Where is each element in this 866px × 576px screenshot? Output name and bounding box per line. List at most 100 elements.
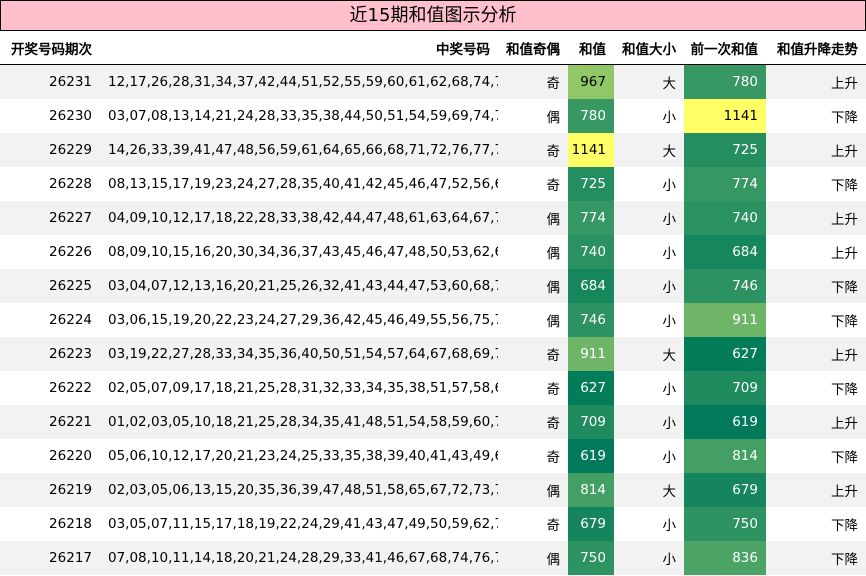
- period-cell: 26231: [49, 74, 92, 90]
- table-body: 26231 12,17,26,28,31,34,37,42,44,51,52,55…: [0, 64, 866, 575]
- header-odd-even: 和值奇偶: [506, 41, 560, 58]
- sum-cell: 709: [568, 405, 614, 439]
- odd-even-cell: 奇: [546, 178, 561, 194]
- size-cell: 小: [662, 382, 677, 398]
- trend-cell: 上升: [831, 144, 858, 160]
- table-row: 26221 01,02,03,05,10,18,21,25,28,34,35,41…: [0, 405, 866, 439]
- numbers-cell: 08,13,15,17,19,23,24,27,28,35,40,41,42,4…: [108, 176, 498, 192]
- prev-sum-cell: 684: [684, 235, 766, 269]
- size-cell: 小: [662, 246, 677, 262]
- period-cell: 26227: [49, 210, 92, 226]
- numbers-cell: 03,05,07,11,15,17,18,19,22,24,29,41,43,4…: [108, 516, 498, 532]
- period-cell: 26221: [49, 414, 92, 430]
- size-cell: 小: [662, 450, 677, 466]
- table-row: 26224 03,06,15,19,20,22,23,24,27,29,36,42…: [0, 303, 866, 337]
- sum-cell: 684: [568, 269, 614, 303]
- odd-even-cell: 偶: [546, 552, 561, 568]
- size-cell: 小: [662, 314, 677, 330]
- table-row: 26231 12,17,26,28,31,34,37,42,44,51,52,55…: [0, 64, 866, 99]
- numbers-cell: 12,17,26,28,31,34,37,42,44,51,52,55,59,6…: [108, 74, 498, 90]
- numbers-cell: 03,07,08,13,14,21,24,28,33,35,38,44,50,5…: [108, 108, 498, 124]
- odd-even-cell: 奇: [546, 76, 561, 92]
- prev-sum-cell: 627: [684, 337, 766, 371]
- table-row: 26220 05,06,10,12,17,20,21,23,24,25,33,35…: [0, 439, 866, 473]
- period-cell: 26229: [49, 142, 92, 158]
- period-cell: 26218: [49, 516, 92, 532]
- trend-cell: 下降: [831, 110, 858, 126]
- odd-even-cell: 奇: [546, 144, 561, 160]
- period-cell: 26217: [49, 550, 92, 566]
- odd-even-cell: 偶: [546, 314, 561, 330]
- table-row: 26227 04,09,10,12,17,18,22,28,33,38,42,44…: [0, 201, 866, 235]
- prev-sum-cell: 709: [684, 371, 766, 405]
- size-cell: 大: [662, 348, 677, 364]
- odd-even-cell: 偶: [546, 110, 561, 126]
- sum-cell: 627: [568, 371, 614, 405]
- odd-even-cell: 奇: [546, 348, 561, 364]
- numbers-cell: 14,26,33,39,41,47,48,56,59,61,64,65,66,6…: [108, 142, 498, 158]
- table-row: 26223 03,19,22,27,28,33,34,35,36,40,50,51…: [0, 337, 866, 371]
- odd-even-cell: 偶: [546, 484, 561, 500]
- table-row: 26222 02,05,07,09,17,18,21,25,28,31,32,33…: [0, 371, 866, 405]
- prev-sum-cell: 911: [684, 303, 766, 337]
- sum-cell: 679: [568, 507, 614, 541]
- period-cell: 26230: [49, 108, 92, 124]
- table-row: 26226 08,09,10,15,16,20,30,34,36,37,43,45…: [0, 235, 866, 269]
- size-cell: 小: [662, 212, 677, 228]
- numbers-cell: 05,06,10,12,17,20,21,23,24,25,33,35,38,3…: [108, 448, 498, 464]
- trend-cell: 上升: [831, 246, 858, 262]
- trend-cell: 上升: [831, 484, 858, 500]
- size-cell: 小: [662, 552, 677, 568]
- numbers-cell: 07,08,10,11,14,18,20,21,24,28,29,33,41,4…: [108, 550, 498, 566]
- period-cell: 26220: [49, 448, 92, 464]
- period-cell: 26219: [49, 482, 92, 498]
- odd-even-cell: 偶: [546, 280, 561, 296]
- trend-cell: 上升: [831, 416, 858, 432]
- odd-even-cell: 奇: [546, 416, 561, 432]
- trend-cell: 上升: [831, 348, 858, 364]
- odd-even-cell: 偶: [546, 212, 561, 228]
- header-period: 开奖号码期次: [11, 41, 92, 58]
- odd-even-cell: 奇: [546, 450, 561, 466]
- numbers-cell: 02,03,05,06,13,15,20,35,36,39,47,48,51,5…: [108, 482, 498, 498]
- period-cell: 26223: [49, 346, 92, 362]
- trend-cell: 下降: [831, 382, 858, 398]
- sum-cell: 774: [568, 201, 614, 235]
- sum-cell: 740: [568, 235, 614, 269]
- trend-cell: 下降: [831, 552, 858, 568]
- odd-even-cell: 奇: [546, 518, 561, 534]
- numbers-cell: 03,19,22,27,28,33,34,35,36,40,50,51,54,5…: [108, 346, 498, 362]
- trend-cell: 上升: [831, 76, 858, 92]
- table-row: 26230 03,07,08,13,14,21,24,28,33,35,38,44…: [0, 99, 866, 133]
- trend-cell: 下降: [831, 280, 858, 296]
- sum-cell: 746: [568, 303, 614, 337]
- prev-sum-cell: 780: [684, 64, 766, 99]
- sum-analysis-table: 开奖号码期次 中奖号码 和值奇偶 和值 和值大小 前一次和值 和值升降走势 26…: [0, 31, 866, 575]
- sum-cell: 750: [568, 541, 614, 575]
- table-row: 26218 03,05,07,11,15,17,18,19,22,24,29,41…: [0, 507, 866, 541]
- sum-cell: 725: [568, 167, 614, 201]
- prev-sum-cell: 750: [684, 507, 766, 541]
- table-row: 26217 07,08,10,11,14,18,20,21,24,28,29,33…: [0, 541, 866, 575]
- trend-cell: 下降: [831, 314, 858, 330]
- period-cell: 26224: [49, 312, 92, 328]
- odd-even-cell: 偶: [546, 246, 561, 262]
- period-cell: 26226: [49, 244, 92, 260]
- trend-cell: 下降: [831, 178, 858, 194]
- prev-sum-cell: 725: [684, 133, 766, 167]
- trend-cell: 下降: [831, 450, 858, 466]
- table-row: 26229 14,26,33,39,41,47,48,56,59,61,64,65…: [0, 133, 866, 167]
- numbers-cell: 03,06,15,19,20,22,23,24,27,29,36,42,45,4…: [108, 312, 498, 328]
- size-cell: 大: [662, 76, 677, 92]
- prev-sum-cell: 814: [684, 439, 766, 473]
- period-cell: 26222: [49, 380, 92, 396]
- size-cell: 小: [662, 518, 677, 534]
- prev-sum-cell: 836: [684, 541, 766, 575]
- sum-cell: 1141: [568, 133, 614, 167]
- size-cell: 大: [662, 484, 677, 500]
- sum-cell: 814: [568, 473, 614, 507]
- prev-sum-cell: 746: [684, 269, 766, 303]
- header-numbers: 中奖号码: [436, 41, 490, 58]
- size-cell: 小: [662, 280, 677, 296]
- period-cell: 26228: [49, 176, 92, 192]
